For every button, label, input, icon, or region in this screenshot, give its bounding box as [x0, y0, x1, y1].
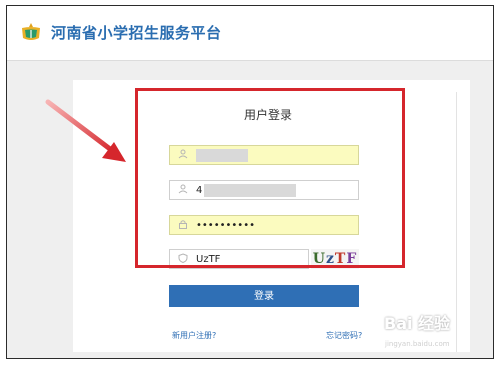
highlight-box — [135, 88, 405, 268]
register-link[interactable]: 新用户注册? — [172, 330, 216, 341]
site-header: 河南省小学招生服务平台 — [7, 6, 493, 61]
site-title: 河南省小学招生服务平台 — [51, 24, 222, 42]
login-button[interactable]: 登录 — [169, 285, 359, 307]
watermark: Bai 经验 — [384, 314, 451, 333]
forgot-password-link[interactable]: 忘记密码? — [326, 330, 362, 341]
panel-divider — [456, 92, 457, 352]
watermark-url: jingyan.baidu.com — [385, 340, 450, 348]
red-arrow-annotation — [45, 99, 126, 162]
education-logo-icon — [22, 23, 40, 40]
